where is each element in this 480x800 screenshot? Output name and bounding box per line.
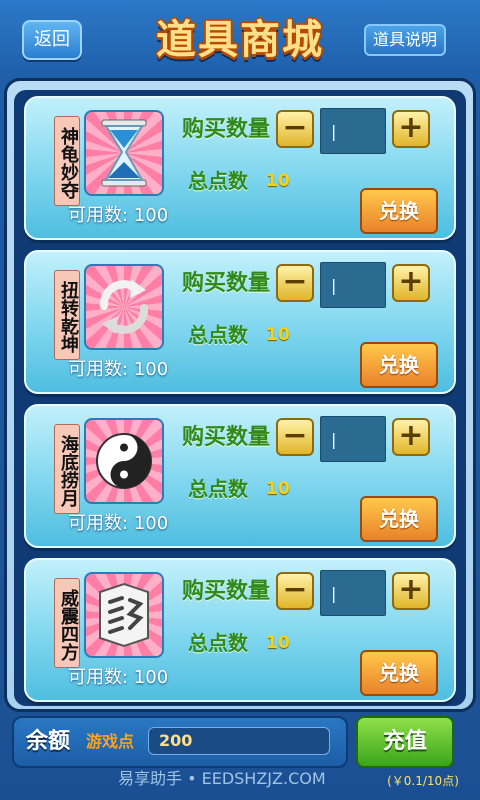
game-points-label: 游戏点 (86, 732, 135, 751)
item-card: 扭转乾坤 可用数: 100 购买数量 − | + 总点数 10 兑换 (24, 250, 456, 394)
balance-label: 余额 (26, 729, 71, 754)
refresh-arrows-icon (84, 264, 164, 350)
decrease-quantity-button[interactable]: − (276, 572, 314, 610)
total-points-label: 总点数 (188, 323, 248, 347)
item-help-button[interactable]: 道具说明 (364, 24, 446, 56)
back-button[interactable]: 返回 (22, 20, 82, 60)
increase-quantity-button[interactable]: + (392, 418, 430, 456)
quantity-label: 购买数量 (182, 271, 271, 296)
available-count: 可用数: 100 (68, 205, 169, 226)
decrease-quantity-button[interactable]: − (276, 264, 314, 302)
available-count: 可用数: 100 (68, 513, 169, 534)
item-name: 扭转乾坤 (54, 270, 80, 360)
mahjong-tile-icon (84, 572, 164, 658)
hourglass-icon (84, 110, 164, 196)
increase-quantity-button[interactable]: + (392, 264, 430, 302)
total-points-value: 10 (266, 633, 290, 653)
quantity-input[interactable]: | (320, 416, 386, 462)
recharge-button[interactable]: 充值 (356, 716, 454, 768)
quantity-input[interactable]: | (320, 570, 386, 616)
decrease-quantity-button[interactable]: − (276, 110, 314, 148)
exchange-button[interactable]: 兑换 (360, 188, 438, 234)
increase-quantity-button[interactable]: + (392, 110, 430, 148)
page-title: 道具商城 (156, 17, 324, 63)
watermark-text: 易享助手 • EEDSHZJZ.COM (118, 769, 326, 788)
item-name: 神龟妙夺 (54, 116, 80, 206)
exchange-button[interactable]: 兑换 (360, 342, 438, 388)
item-name: 威震四方 (54, 578, 80, 668)
total-points-value: 10 (266, 171, 290, 191)
total-points-label: 总点数 (188, 477, 248, 501)
total-points-value: 10 (266, 325, 290, 345)
quantity-input[interactable]: | (320, 262, 386, 308)
available-count: 可用数: 100 (68, 667, 169, 688)
exchange-rate-text: (￥0.1/10点) (387, 774, 459, 788)
quantity-input[interactable]: | (320, 108, 386, 154)
item-card: 威震四方 可用数: 100 购买数量 − | + 总点数 10 兑换 (24, 558, 456, 702)
decrease-quantity-button[interactable]: − (276, 418, 314, 456)
yin-yang-icon (84, 418, 164, 504)
item-card: 神龟妙夺 可用数: 100 购买数量 − | + 总点数 10 兑换 (24, 96, 456, 240)
available-count: 可用数: 100 (68, 359, 169, 380)
exchange-button[interactable]: 兑换 (360, 496, 438, 542)
increase-quantity-button[interactable]: + (392, 572, 430, 610)
quantity-label: 购买数量 (182, 579, 271, 604)
quantity-label: 购买数量 (182, 425, 271, 450)
exchange-button[interactable]: 兑换 (360, 650, 438, 696)
total-points-label: 总点数 (188, 169, 248, 193)
game-points-value: 200 (148, 727, 330, 755)
quantity-label: 购买数量 (182, 117, 271, 142)
item-card: 海底捞月 可用数: 100 购买数量 − | + 总点数 10 兑换 (24, 404, 456, 548)
total-points-value: 10 (266, 479, 290, 499)
item-name: 海底捞月 (54, 424, 80, 514)
total-points-label: 总点数 (188, 631, 248, 655)
